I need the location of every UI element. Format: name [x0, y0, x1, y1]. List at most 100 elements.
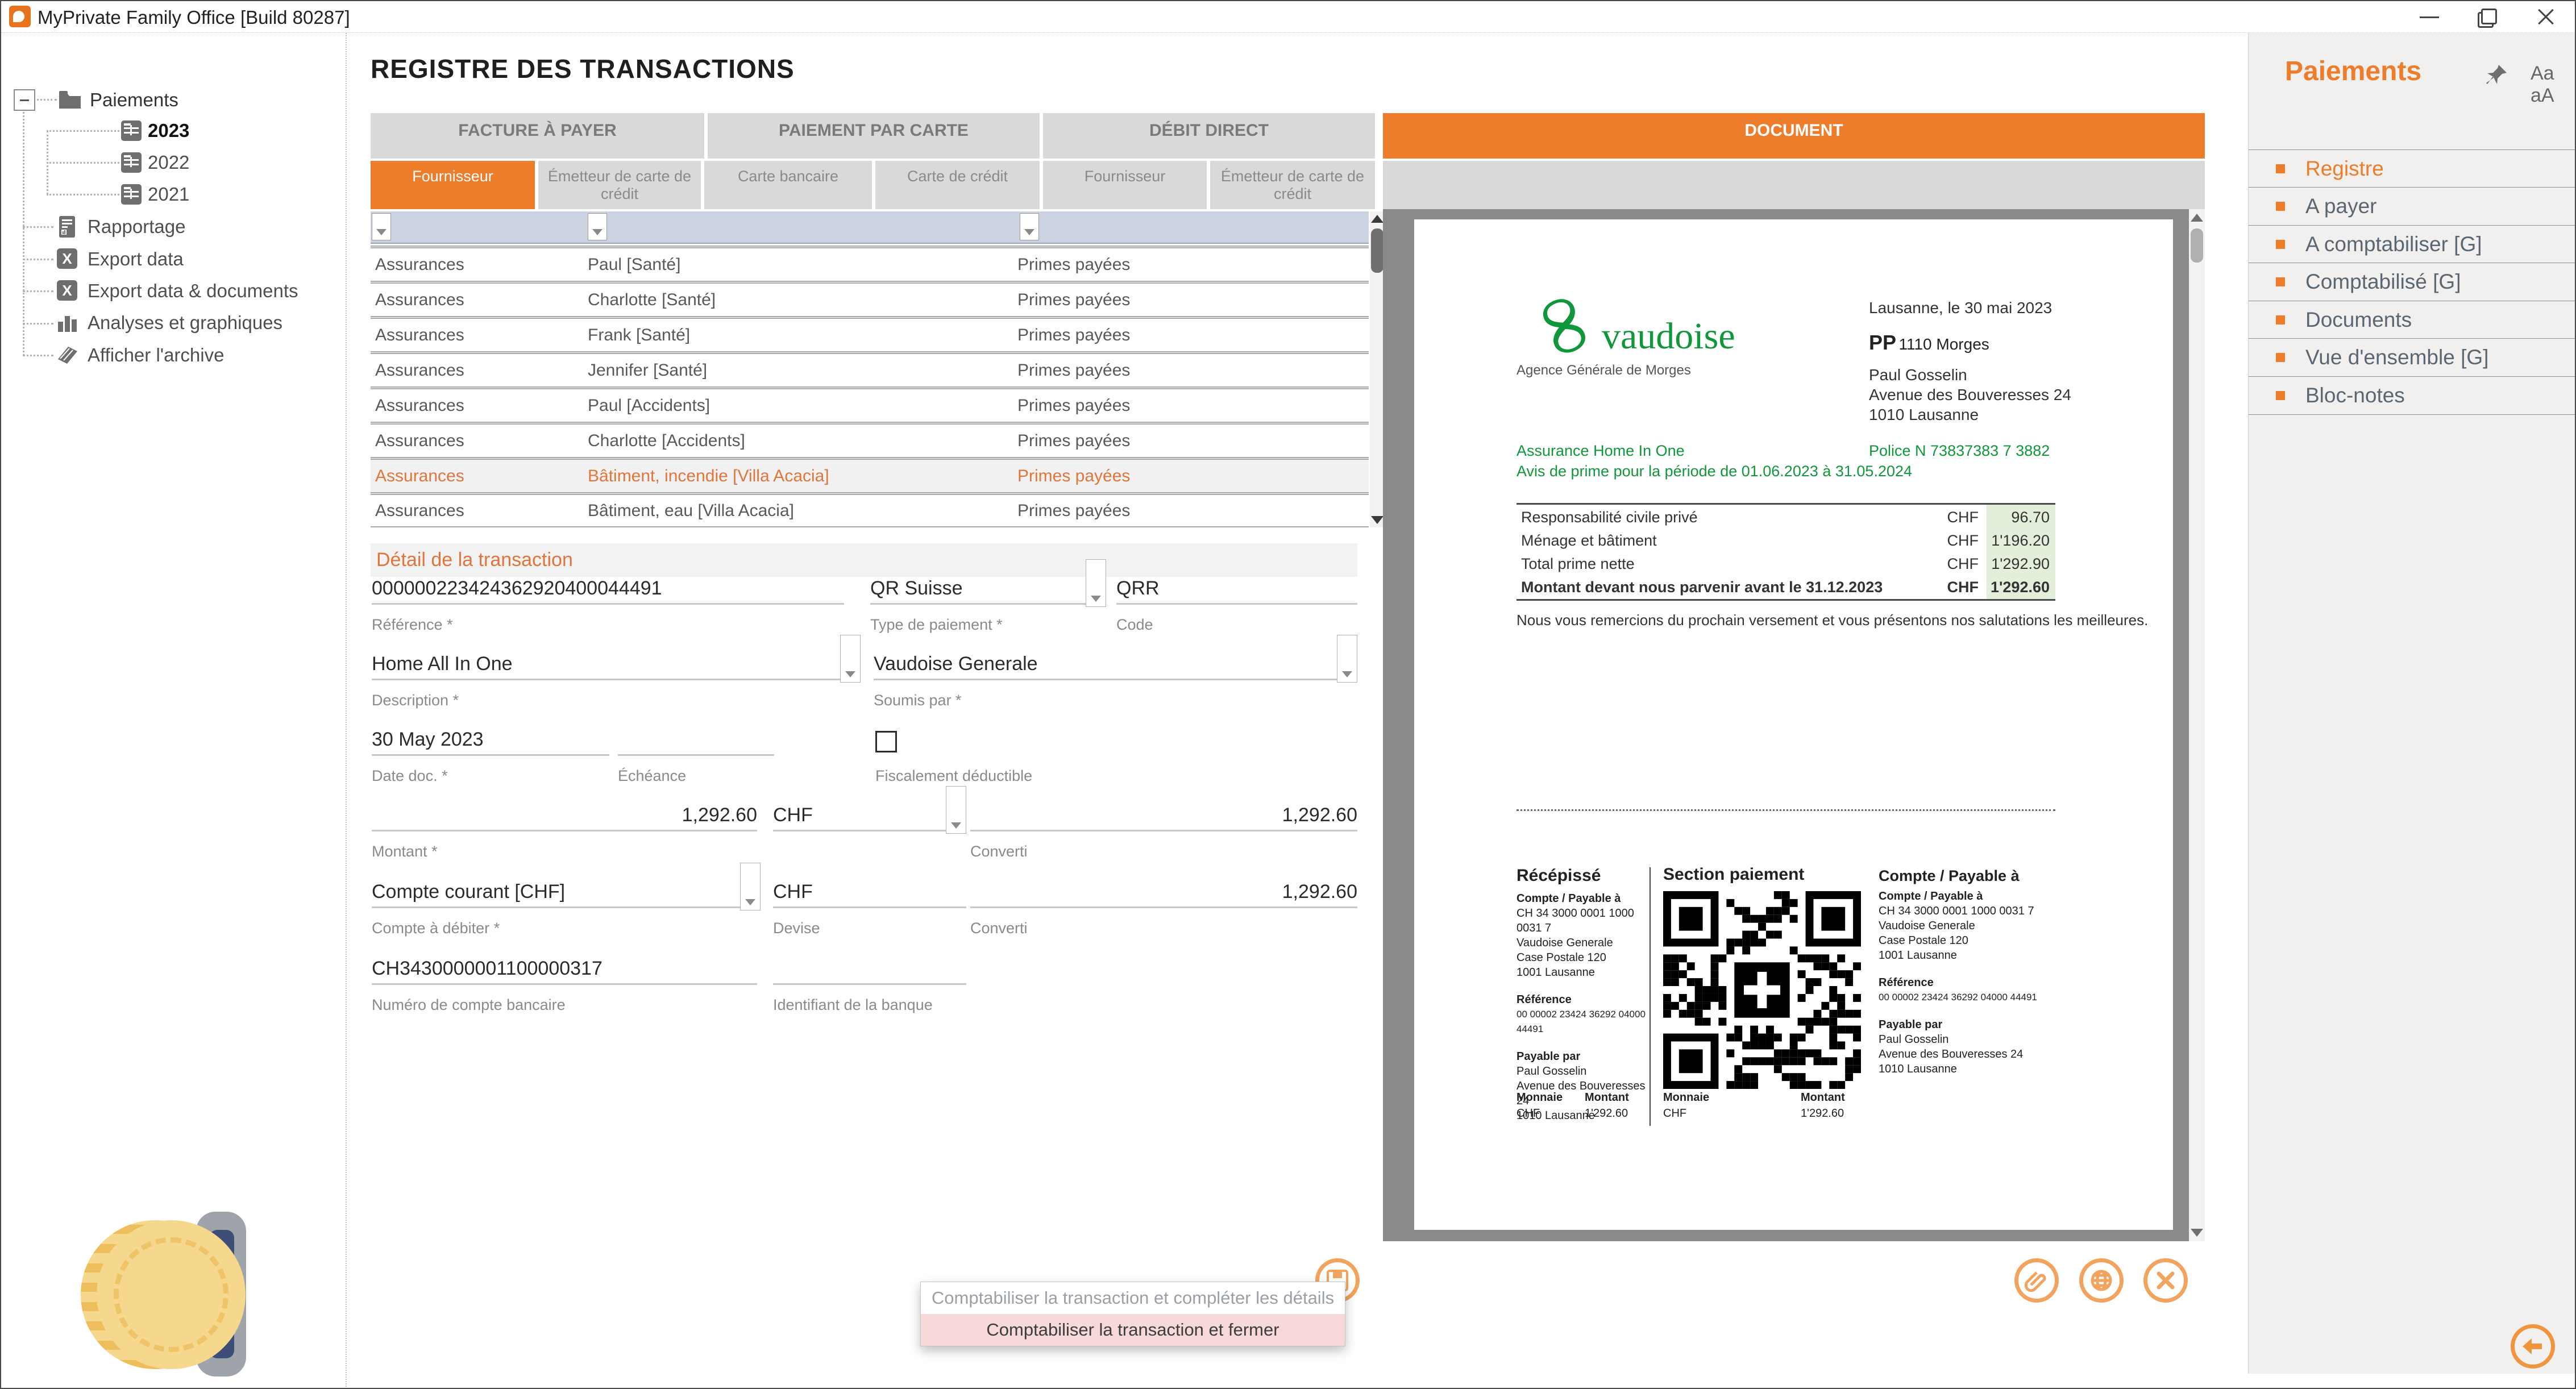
doc-date-field[interactable]: 30 May 2023 [372, 726, 609, 756]
table-row[interactable]: Assurances Bâtiment, eau [Villa Acacia] … [371, 492, 1369, 527]
creditor-city: 1001 Lausanne [1879, 949, 1957, 962]
payment-type-dropdown[interactable] [1086, 559, 1106, 607]
panel-item-registre[interactable]: Registre [2249, 149, 2575, 188]
scroll-down-icon[interactable] [1371, 516, 1383, 524]
tree-item-paiements[interactable]: Paiements [90, 89, 178, 111]
tree-item-export-data-documents[interactable]: Export data & documents [88, 280, 298, 302]
column-header-emetteur-2[interactable]: Émetteur de carte de crédit [1210, 161, 1375, 209]
tree-item-archive[interactable]: Afficher l'archive [88, 344, 224, 366]
tree-item-2023[interactable]: 2023 [148, 120, 189, 142]
panel-item-documents[interactable]: Documents [2249, 301, 2575, 339]
amount-row-currency: CHF [1947, 532, 1979, 549]
cell-statut: Primes payées [1017, 431, 1131, 450]
amount-row-value: 1'292.60 [1990, 579, 2050, 596]
due-date-field[interactable] [618, 726, 774, 756]
group-header-document[interactable]: DOCUMENT [1383, 113, 2205, 159]
minimize-button[interactable] [2412, 5, 2446, 30]
font-larger-button[interactable]: aA [2531, 85, 2554, 106]
tree-item-analyses[interactable]: Analyses et graphiques [88, 312, 282, 334]
attach-button[interactable] [2014, 1258, 2059, 1303]
cancel-button[interactable] [2143, 1258, 2188, 1303]
tree-item-rapportage[interactable]: Rapportage [88, 216, 185, 238]
group-header-facture[interactable]: FACTURE À PAYER [371, 113, 704, 159]
tree-item-2021[interactable]: 2021 [148, 184, 189, 205]
scroll-up-icon[interactable] [2191, 214, 2203, 222]
table-row[interactable]: Assurances Charlotte [Santé] Primes payé… [371, 281, 1369, 316]
pin-icon[interactable] [2484, 63, 2509, 88]
tree-connector [47, 194, 119, 196]
debit-account-field[interactable]: Compte courant [CHF] [372, 879, 761, 908]
scroll-down-icon[interactable] [2191, 1229, 2203, 1237]
panel-item-a-comptabiliser[interactable]: A comptabiliser [G] [2249, 225, 2575, 263]
scrollbar-thumb[interactable] [1371, 228, 1383, 273]
cell-statut: Primes payées [1017, 290, 1131, 309]
close-button[interactable] [2529, 5, 2563, 30]
scrollbar-thumb[interactable] [2191, 228, 2203, 263]
submitted-by-dropdown[interactable] [1337, 635, 1357, 683]
bullet-icon [2276, 240, 2285, 249]
column-header-fournisseur-2[interactable]: Fournisseur [1043, 161, 1207, 209]
tree-connector [23, 355, 53, 356]
panel-item-vue-densemble[interactable]: Vue d'ensemble [G] [2249, 338, 2575, 376]
column-header-carte-credit[interactable]: Carte de crédit [875, 161, 1040, 209]
amount-currency-field[interactable]: CHF [773, 802, 966, 831]
table-row[interactable]: Assurances Charlotte [Accidents] Primes … [371, 422, 1369, 457]
column-header-carte-bancaire[interactable]: Carte bancaire [704, 161, 872, 209]
column-header-emetteur[interactable]: Émetteur de carte de crédit [538, 161, 701, 209]
filter-dropdown-fournisseur[interactable] [372, 213, 391, 240]
coin-illustration [97, 1220, 246, 1369]
filter-dropdown-statut[interactable] [1020, 213, 1039, 240]
code-field[interactable]: QRR [1116, 575, 1357, 605]
amount-field[interactable]: 1,292.60 [372, 802, 757, 831]
submitted-by-field[interactable]: Vaudoise Generale [874, 651, 1357, 680]
column-header-fournisseur[interactable]: Fournisseur [371, 161, 535, 209]
scroll-up-icon[interactable] [1371, 215, 1383, 223]
payment-type-field[interactable]: QR Suisse [870, 575, 1106, 605]
converted2-field[interactable]: 1,292.60 [970, 879, 1357, 908]
bank-id-field[interactable] [773, 955, 966, 985]
slip-separator [1516, 809, 2055, 811]
table-row[interactable]: Assurances Frank [Santé] Primes payées [371, 316, 1369, 351]
tax-deductible-checkbox[interactable] [875, 731, 897, 752]
bank-account-field[interactable]: CH3430000001100000317 [372, 955, 757, 985]
document-scrollbar[interactable] [2189, 209, 2205, 1241]
font-smaller-button[interactable]: Aa [2531, 63, 2554, 84]
policy-number: Police N 73837383 7 3882 [1869, 442, 2050, 459]
group-header-carte[interactable]: PAIEMENT PAR CARTE [708, 113, 1040, 159]
popup-item-complete-details[interactable]: Comptabiliser la transaction et compléte… [921, 1282, 1345, 1314]
account-currency-field[interactable]: CHF [773, 879, 966, 908]
year-calendar-icon [121, 152, 142, 173]
popup-item-close[interactable]: Comptabiliser la transaction et fermer [921, 1314, 1345, 1346]
panel-item-bloc-notes[interactable]: Bloc-notes [2249, 376, 2575, 415]
chevron-down-icon [1024, 229, 1034, 235]
table-row[interactable]: Assurances Paul [Santé] Primes payées [371, 246, 1369, 281]
archive-book-icon [58, 347, 77, 364]
tree-item-export-data[interactable]: Export data [88, 248, 184, 270]
web-button[interactable] [2079, 1258, 2124, 1303]
debit-account-dropdown[interactable] [740, 863, 761, 910]
cell-fournisseur: Assurances [375, 325, 464, 344]
tree-connector [23, 226, 53, 228]
chevron-down-icon [1091, 596, 1101, 602]
reference-field[interactable]: 000000223424362920400044491 [372, 575, 844, 605]
back-button[interactable] [2511, 1324, 2555, 1369]
reference-label: Référence [1879, 976, 1934, 989]
converted-field[interactable]: 1,292.60 [970, 802, 1357, 831]
panel-item-a-payer[interactable]: A payer [2249, 187, 2575, 225]
table-row[interactable]: Assurances Paul [Accidents] Primes payée… [371, 386, 1369, 422]
font-size-controls[interactable]: Aa aA [2531, 63, 2575, 107]
tree-collapse-toggle[interactable] [14, 89, 35, 111]
amount-currency-dropdown[interactable] [946, 786, 966, 834]
description-field[interactable]: Home All In One [372, 651, 861, 680]
filter-dropdown-description[interactable] [588, 213, 607, 240]
restore-button[interactable] [2469, 5, 2503, 30]
minimize-icon [2420, 16, 2439, 18]
payer-street: Avenue des Bouveresses 24 [1879, 1048, 2024, 1061]
panel-item-label: A comptabiliser [G] [2305, 232, 2482, 256]
table-row-selected[interactable]: Assurances Bâtiment, incendie [Villa Aca… [371, 457, 1369, 492]
tree-item-2022[interactable]: 2022 [148, 152, 189, 173]
group-header-debit[interactable]: DÉBIT DIRECT [1043, 113, 1375, 159]
table-row[interactable]: Assurances Jennifer [Santé] Primes payée… [371, 351, 1369, 386]
panel-item-comptabilise[interactable]: Comptabilisé [G] [2249, 263, 2575, 301]
description-dropdown[interactable] [840, 635, 861, 683]
